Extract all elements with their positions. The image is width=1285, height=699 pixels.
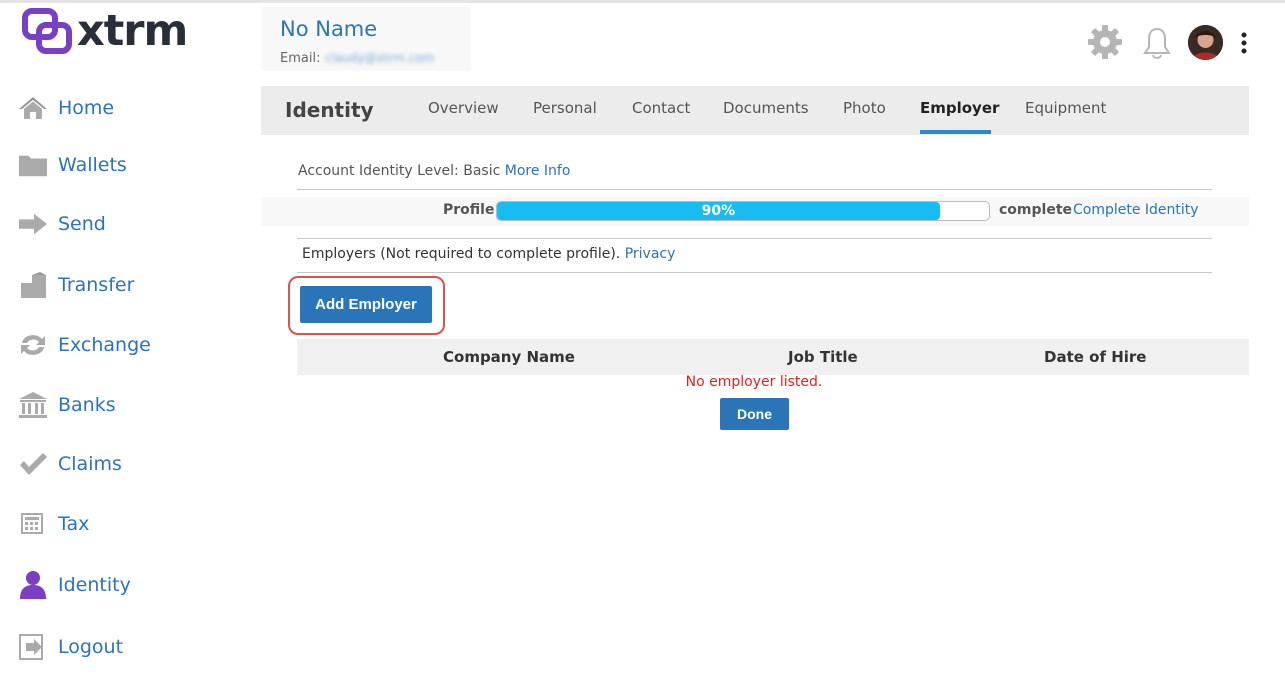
sidebar-item-label: Tax	[58, 513, 90, 535]
identity-level-row: Account Identity Level: Basic More Info	[298, 163, 570, 179]
email-label: Email:	[280, 51, 321, 66]
sidebar-item-logout[interactable]: Logout	[18, 632, 123, 662]
complete-text: complete	[999, 202, 1073, 218]
logout-icon	[18, 633, 48, 661]
arrow-right-icon	[18, 210, 48, 238]
done-button[interactable]: Done	[720, 398, 789, 430]
user-name[interactable]: No Name	[280, 17, 377, 41]
tab-documents[interactable]: Documents	[723, 99, 809, 117]
identity-level-label: Account Identity Level:	[298, 163, 459, 179]
more-info-link[interactable]: More Info	[505, 163, 571, 179]
home-icon	[18, 94, 48, 122]
tabs-bar: Identity Overview Personal Contact Docum…	[261, 86, 1249, 135]
sidebar-item-label: Identity	[58, 574, 131, 596]
tab-overview[interactable]: Overview	[428, 99, 499, 117]
column-company-name: Company Name	[443, 348, 575, 366]
checkmark-icon	[18, 450, 48, 478]
more-vertical-icon[interactable]	[1236, 30, 1252, 56]
column-date-of-hire: Date of Hire	[1044, 348, 1147, 366]
email-value: claudy@xtrm.com	[325, 51, 435, 65]
sidebar-item-send[interactable]: Send	[18, 209, 106, 239]
sidebar-item-exchange[interactable]: Exchange	[18, 330, 151, 360]
add-employer-button[interactable]: Add Employer	[300, 286, 432, 323]
user-icon	[18, 571, 48, 599]
bell-icon[interactable]	[1141, 26, 1173, 60]
sidebar-item-transfer[interactable]: Transfer	[18, 270, 134, 300]
column-job-title: Job Title	[788, 348, 858, 366]
section-title: Identity	[285, 98, 374, 122]
xtrm-logo-icon	[22, 8, 72, 54]
sidebar-item-home[interactable]: Home	[18, 93, 114, 123]
sidebar-item-claims[interactable]: Claims	[18, 449, 122, 479]
logo[interactable]: xtrm	[22, 6, 188, 56]
identity-level-value: Basic	[463, 163, 501, 179]
sidebar-item-label: Send	[58, 213, 106, 235]
privacy-link[interactable]: Privacy	[625, 246, 676, 262]
divider	[297, 238, 1212, 239]
sidebar-item-label: Transfer	[58, 274, 135, 296]
logo-text: xtrm	[77, 6, 188, 56]
employers-note: Employers (Not required to complete prof…	[302, 246, 621, 262]
folder-icon	[18, 151, 48, 179]
tab-contact[interactable]: Contact	[632, 99, 690, 117]
sidebar-item-banks[interactable]: Banks	[18, 390, 116, 420]
sidebar-item-label: Claims	[58, 453, 122, 475]
sidebar-item-label: Banks	[58, 394, 116, 416]
sidebar-item-label: Wallets	[58, 154, 127, 176]
divider	[297, 272, 1212, 273]
empty-employers-message: No employer listed.	[685, 374, 823, 390]
sidebar-item-wallets[interactable]: Wallets	[18, 150, 127, 180]
profile-label: Profile	[443, 202, 495, 218]
user-info: No Name Email: claudy@xtrm.com	[261, 7, 470, 71]
sidebar-item-identity[interactable]: Identity	[18, 570, 131, 600]
profile-progress-bar: 90%	[496, 201, 990, 221]
tab-photo[interactable]: Photo	[843, 99, 886, 117]
bank-icon	[18, 391, 48, 419]
tab-employer[interactable]: Employer	[920, 99, 999, 117]
sidebar-item-label: Logout	[58, 636, 124, 658]
sidebar-item-label: Exchange	[58, 334, 151, 356]
sidebar-item-tax[interactable]: Tax	[18, 509, 89, 539]
tab-personal[interactable]: Personal	[533, 99, 597, 117]
progress-text: 90%	[701, 203, 736, 219]
gear-icon[interactable]	[1087, 24, 1123, 60]
profile-progress-row: Profile 90% complete Complete Identity	[261, 197, 1249, 226]
exchange-icon	[18, 331, 48, 359]
employers-note-row: Employers (Not required to complete prof…	[302, 246, 675, 262]
transfer-icon	[18, 271, 48, 299]
avatar[interactable]	[1188, 25, 1223, 60]
sidebar-item-label: Home	[58, 97, 115, 119]
tab-equipment[interactable]: Equipment	[1025, 99, 1106, 117]
divider	[297, 189, 1212, 190]
complete-identity-link[interactable]: Complete Identity	[1073, 202, 1199, 218]
active-tab-indicator	[920, 130, 991, 134]
top-border	[0, 0, 1285, 3]
employers-table-header: Company Name Job Title Date of Hire	[297, 339, 1249, 375]
calculator-icon	[18, 510, 48, 538]
